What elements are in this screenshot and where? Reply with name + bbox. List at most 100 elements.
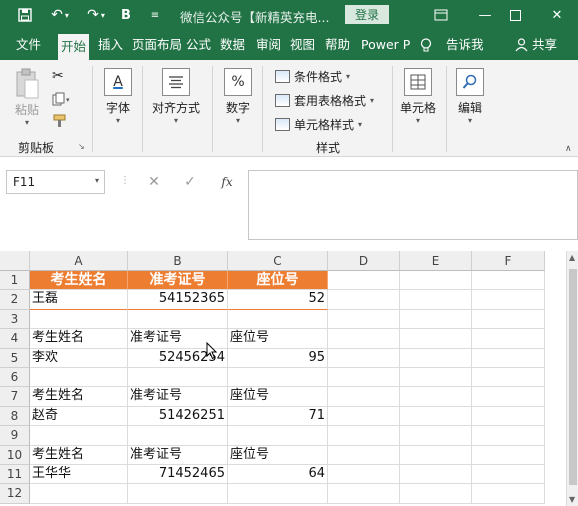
cell[interactable]: 考生姓名	[30, 445, 128, 465]
cell[interactable]: 考生姓名	[30, 329, 128, 349]
dialog-launcher-icon[interactable]: ↘	[78, 142, 85, 151]
cell[interactable]	[472, 387, 545, 407]
cell[interactable]	[128, 484, 228, 504]
row-header[interactable]: 3	[0, 309, 30, 330]
row-header[interactable]: 9	[0, 426, 30, 446]
format-painter-icon[interactable]	[52, 114, 68, 131]
cell[interactable]	[472, 465, 545, 485]
cell[interactable]	[328, 445, 400, 465]
vertical-scrollbar[interactable]: ▲ ▼	[566, 251, 578, 506]
cell[interactable]: 座位号	[228, 445, 328, 465]
cell[interactable]: 准考证号	[128, 387, 228, 407]
scroll-thumb[interactable]	[569, 269, 577, 485]
cell[interactable]	[472, 406, 545, 427]
cell[interactable]	[328, 406, 400, 427]
row-header[interactable]: 8	[0, 406, 30, 427]
cell[interactable]	[128, 309, 228, 330]
cell[interactable]	[472, 445, 545, 465]
cell[interactable]	[228, 368, 328, 388]
cell[interactable]: 座位号	[228, 271, 328, 291]
cell[interactable]	[472, 309, 545, 330]
share-button[interactable]: 共享	[532, 30, 557, 60]
formula-input[interactable]	[248, 170, 578, 240]
cell[interactable]	[472, 368, 545, 388]
confirm-icon[interactable]: ✓	[180, 171, 200, 193]
cell[interactable]: 考生姓名	[30, 271, 128, 291]
cell[interactable]: 座位号	[228, 387, 328, 407]
cell[interactable]	[400, 309, 472, 330]
cell[interactable]: 71452465	[128, 465, 228, 485]
insert-function-icon[interactable]: fx	[216, 171, 238, 193]
cell[interactable]	[328, 348, 400, 368]
column-header-f[interactable]: F	[472, 251, 545, 271]
tab-data[interactable]: 数据	[220, 30, 245, 60]
cell[interactable]	[400, 329, 472, 349]
cell[interactable]: 王华华	[30, 465, 128, 485]
cell[interactable]	[400, 406, 472, 427]
paste-button[interactable]: 粘贴 ▾	[14, 68, 40, 127]
cell[interactable]: 71	[228, 406, 328, 427]
tab-view[interactable]: 视图	[290, 30, 315, 60]
row-header[interactable]: 4	[0, 329, 30, 349]
cell[interactable]	[328, 329, 400, 349]
cell[interactable]	[400, 368, 472, 388]
cell[interactable]	[472, 348, 545, 368]
cell[interactable]: 李欢	[30, 348, 128, 368]
cell[interactable]	[30, 309, 128, 330]
column-header-c[interactable]: C	[228, 251, 328, 271]
cancel-icon[interactable]: ✕	[144, 171, 164, 193]
cell[interactable]	[128, 426, 228, 446]
name-box[interactable]: F11 ▾	[6, 170, 105, 194]
cell[interactable]: 95	[228, 348, 328, 368]
column-header-a[interactable]: A	[30, 251, 128, 271]
cell[interactable]	[472, 271, 545, 291]
cell[interactable]	[128, 368, 228, 388]
cell[interactable]	[328, 309, 400, 330]
font-button[interactable]: A 字体 ▾	[104, 68, 132, 125]
cell[interactable]	[472, 329, 545, 349]
collapse-ribbon-icon[interactable]: ∧	[565, 144, 572, 154]
minimize-icon[interactable]: —	[474, 4, 496, 26]
cell[interactable]	[328, 290, 400, 310]
tell-me-input[interactable]: 告诉我	[446, 30, 484, 60]
select-all-corner[interactable]	[0, 251, 30, 271]
row-header[interactable]: 2	[0, 290, 30, 310]
tab-power-pivot[interactable]: Power P	[361, 30, 410, 60]
cell[interactable]	[328, 426, 400, 446]
column-header-e[interactable]: E	[400, 251, 472, 271]
tab-file[interactable]: 文件	[16, 30, 41, 60]
copy-icon[interactable]: ▾	[52, 92, 72, 109]
tab-insert[interactable]: 插入	[98, 30, 123, 60]
cell[interactable]	[328, 465, 400, 485]
cell[interactable]: 准考证号	[128, 445, 228, 465]
row-header[interactable]: 10	[0, 445, 30, 465]
cell[interactable]	[228, 309, 328, 330]
save-icon[interactable]	[14, 4, 36, 26]
cell[interactable]	[472, 290, 545, 310]
row-header[interactable]: 6	[0, 368, 30, 388]
row-header[interactable]: 12	[0, 484, 30, 504]
maximize-icon[interactable]	[504, 4, 526, 26]
cell[interactable]	[228, 426, 328, 446]
tab-page-layout[interactable]: 页面布局	[132, 30, 182, 60]
cell[interactable]	[30, 484, 128, 504]
alignment-button[interactable]: 对齐方式 ▾	[152, 68, 200, 125]
cell[interactable]: 王磊	[30, 290, 128, 310]
scroll-up-icon[interactable]: ▲	[569, 253, 575, 262]
tab-help[interactable]: 帮助	[325, 30, 350, 60]
ribbon-display-icon[interactable]	[430, 4, 452, 26]
cell-styles-button[interactable]: 单元格样式 ▾	[275, 113, 362, 135]
row-header[interactable]: 1	[0, 271, 30, 291]
scroll-down-icon[interactable]: ▼	[569, 495, 575, 504]
bold-button[interactable]: B	[118, 4, 134, 26]
cell[interactable]: 赵奇	[30, 406, 128, 427]
row-header[interactable]: 7	[0, 387, 30, 407]
format-as-table-button[interactable]: 套用表格格式 ▾	[275, 89, 374, 111]
cell[interactable]	[400, 484, 472, 504]
cell[interactable]	[328, 387, 400, 407]
cell[interactable]	[30, 368, 128, 388]
cell[interactable]	[400, 348, 472, 368]
cell[interactable]	[228, 484, 328, 504]
number-button[interactable]: % 数字 ▾	[224, 68, 252, 125]
column-header-d[interactable]: D	[328, 251, 400, 271]
